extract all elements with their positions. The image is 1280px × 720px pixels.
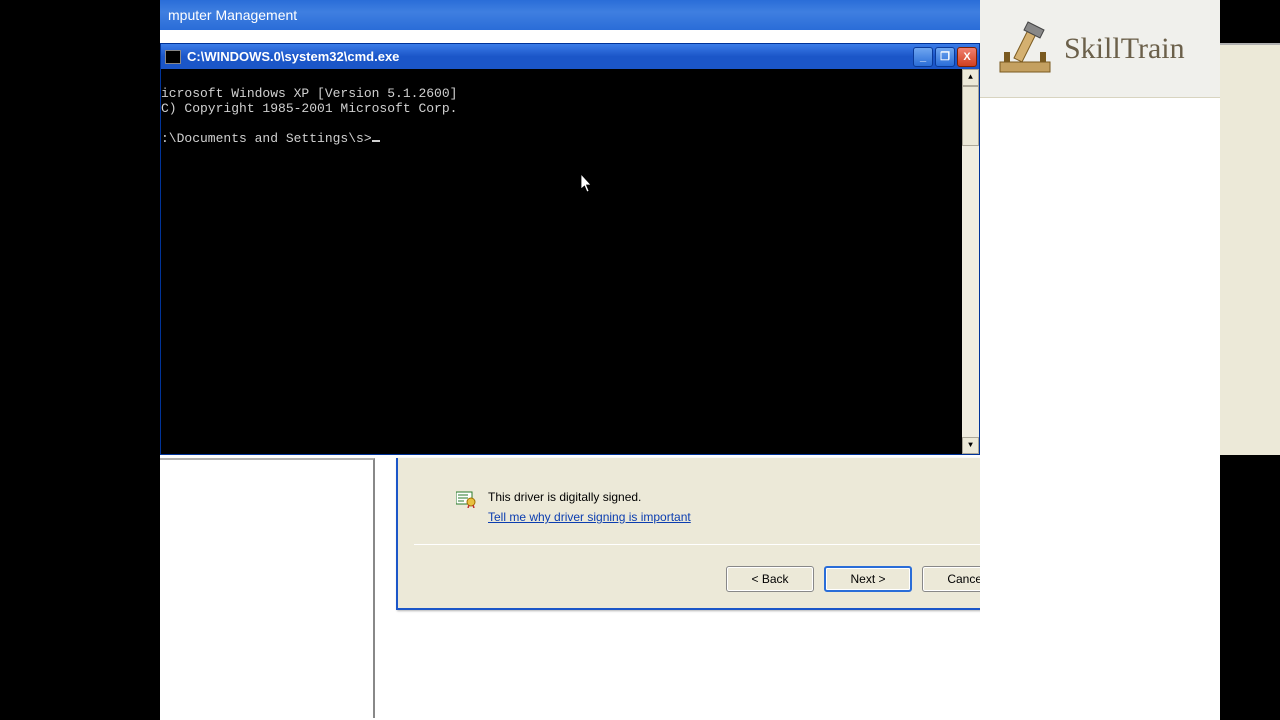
- cmd-line-1: icrosoft Windows XP [Version 5.1.2600]: [161, 86, 457, 101]
- cmd-title-text: C:\WINDOWS.0\system32\cmd.exe: [187, 49, 911, 64]
- next-button[interactable]: Next >: [824, 566, 912, 592]
- driver-signing-link[interactable]: Tell me why driver signing is important: [488, 510, 691, 524]
- maximize-button[interactable]: ❐: [935, 47, 955, 67]
- cmd-titlebar[interactable]: C:\WINDOWS.0\system32\cmd.exe _ ❐ X: [161, 44, 979, 69]
- wizard-divider: [414, 544, 1010, 545]
- computer-management-title: mputer Management: [168, 7, 297, 23]
- scroll-down-button[interactable]: ▼: [962, 437, 979, 454]
- tree-panel[interactable]: [160, 458, 375, 718]
- driver-wizard-dialog: This driver is digitally signed. Tell me…: [396, 458, 1028, 610]
- driver-signed-text: This driver is digitally signed.: [488, 490, 641, 504]
- cmd-line-2: C) Copyright 1985-2001 Microsoft Corp.: [161, 101, 457, 116]
- hammer-icon: [990, 14, 1060, 84]
- close-button[interactable]: X: [957, 47, 977, 67]
- logo-text: SkillTrain: [1064, 32, 1185, 66]
- scroll-thumb[interactable]: [962, 86, 979, 146]
- cmd-scrollbar[interactable]: ▲ ▼: [962, 69, 979, 454]
- skilltrain-logo: SkillTrain: [980, 0, 1220, 98]
- computer-management-titlebar[interactable]: mputer Management: [160, 0, 1120, 30]
- cmd-prompt: :\Documents and Settings\s>: [161, 131, 372, 146]
- back-button[interactable]: < Back: [726, 566, 814, 592]
- minimize-button[interactable]: _: [913, 47, 933, 67]
- scroll-track[interactable]: [962, 146, 979, 437]
- right-white-area: [980, 98, 1220, 720]
- cmd-cursor: [372, 140, 380, 142]
- cmd-icon: [165, 50, 181, 64]
- scroll-up-button[interactable]: ▲: [962, 69, 979, 86]
- cmd-window: C:\WINDOWS.0\system32\cmd.exe _ ❐ X icro…: [160, 43, 980, 455]
- mouse-cursor-icon: [519, 159, 532, 178]
- certificate-icon: [456, 490, 476, 508]
- cmd-body[interactable]: icrosoft Windows XP [Version 5.1.2600] C…: [161, 69, 979, 454]
